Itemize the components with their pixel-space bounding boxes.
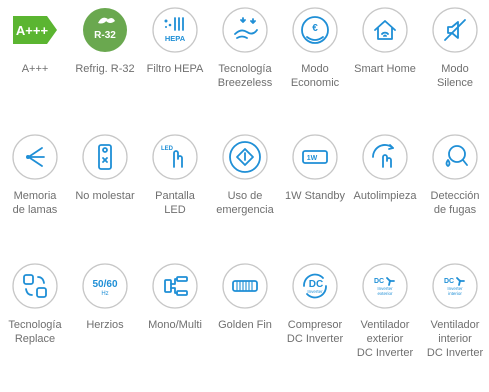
feature-label: Pantalla LED: [155, 190, 195, 216]
feature-label: Refrig. R-32: [75, 63, 135, 75]
leak-search-icon: [431, 133, 479, 181]
touch-led-icon: LED: [151, 133, 199, 181]
smart-home-icon: [361, 6, 409, 54]
svg-text:R-32: R-32: [94, 30, 116, 41]
feature-label: Smart Home: [354, 63, 416, 75]
leaf-refrigerant-icon: R-32: [81, 6, 129, 54]
feature-label: Modo Economic: [290, 63, 340, 89]
feature-label: Detección de fugas: [430, 190, 480, 216]
svg-text:A+++: A+++: [16, 23, 49, 38]
golden-fin-icon: [221, 262, 269, 310]
features-row-2: Memoria de lamas No molestar LED Pantall…: [0, 133, 489, 263]
features-row-1: A+++ A+++ R-32 Refrig. R-32 HEPA Filtro …: [0, 6, 489, 136]
feature-label: Golden Fin: [218, 319, 272, 331]
svg-text:exterior: exterior: [377, 291, 393, 296]
feature-label: Filtro HEPA: [146, 63, 204, 75]
svg-text:Hz: Hz: [101, 291, 108, 297]
feature-label: Memoria de lamas: [12, 190, 58, 216]
feature-label: 1W Standby: [285, 190, 345, 202]
feature-label: Uso de emergencia: [216, 190, 274, 216]
feature-label: Tecnología Breezeless: [217, 63, 273, 89]
standby-icon: 1W: [291, 133, 339, 181]
feature-label: Ventilador exterior DC Inverter: [356, 319, 414, 359]
svg-text:DC: DC: [444, 278, 454, 285]
hepa-filter-icon: HEPA: [151, 6, 199, 54]
svg-text:1W: 1W: [307, 155, 318, 162]
feature-label: A+++: [21, 63, 49, 75]
feature-label: Ventilador interior DC Inverter: [426, 319, 484, 359]
feature-label: Mono/Multi: [148, 319, 202, 331]
emergency-icon: [221, 133, 269, 181]
self-clean-icon: [361, 133, 409, 181]
svg-text:HEPA: HEPA: [165, 34, 186, 43]
energy-class-icon: A+++: [11, 6, 59, 54]
louver-memory-icon: [11, 133, 59, 181]
svg-text:Inverter: Inverter: [307, 289, 323, 294]
features-row-3: Tecnología Replace 50/60 Hz Herzios Mono…: [0, 262, 489, 392]
door-hanger-icon: [81, 133, 129, 181]
mute-icon: [431, 6, 479, 54]
svg-text:50/60: 50/60: [92, 279, 117, 290]
svg-text:LED: LED: [161, 146, 174, 152]
feature-label: Tecnología Replace: [8, 319, 62, 345]
feature-label: Compresor DC Inverter: [286, 319, 344, 345]
replace-icon: [11, 262, 59, 310]
svg-text:DC: DC: [374, 278, 384, 285]
feature-label: Modo Silence: [436, 63, 474, 89]
svg-text:interior: interior: [448, 291, 462, 296]
svg-text:€: €: [312, 23, 318, 34]
dc-fan-exterior-icon: DC Inverter exterior: [361, 262, 409, 310]
dc-compressor-icon: DC Inverter: [291, 262, 339, 310]
mono-multi-icon: [151, 262, 199, 310]
feature-label: Autolimpieza: [353, 190, 417, 202]
dc-fan-interior-icon: DC Inverter interior: [431, 262, 479, 310]
piggy-bank-icon: €: [291, 6, 339, 54]
feature-label: No molestar: [75, 190, 135, 202]
breeze-leaf-icon: [221, 6, 269, 54]
frequency-icon: 50/60 Hz: [81, 262, 129, 310]
feature-label: Herzios: [86, 319, 124, 331]
